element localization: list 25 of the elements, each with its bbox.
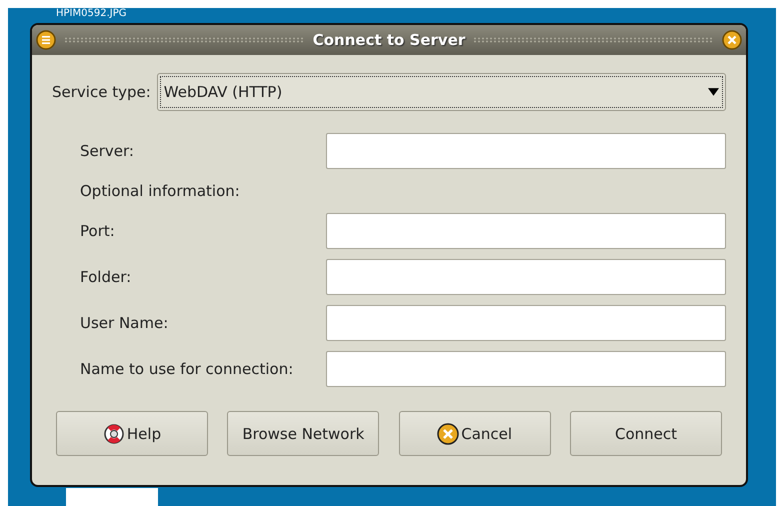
input-field[interactable] <box>326 133 726 169</box>
dialog-button[interactable]: Help <box>56 411 208 456</box>
input-field[interactable] <box>326 259 726 295</box>
field-label: Server: <box>80 142 134 160</box>
caret-icon <box>708 88 719 96</box>
lifebuoy-icon <box>102 422 125 444</box>
close-icon[interactable] <box>722 30 742 50</box>
menu-icon[interactable] <box>36 30 56 50</box>
document-thumbnail[interactable] <box>66 488 158 506</box>
field-label: Folder: <box>80 268 132 286</box>
field-label: Optional information: <box>80 182 240 200</box>
input-field[interactable] <box>326 305 726 341</box>
service-type-label: Service type: <box>52 83 151 101</box>
window-title: Connect to Server <box>312 31 466 49</box>
field-label: Port: <box>80 222 115 240</box>
cancel-icon <box>437 422 460 444</box>
service-type-dropdown[interactable]: WebDAV (HTTP) <box>156 73 726 111</box>
input-field[interactable] <box>326 213 726 249</box>
dialog-button[interactable]: Cancel <box>398 411 551 456</box>
field-label: User Name: <box>80 314 168 332</box>
dialog-button[interactable]: Browse Network <box>227 411 380 456</box>
dialog-button[interactable]: Connect <box>570 411 722 456</box>
field-label: Name to use for connection: <box>80 360 294 378</box>
desktop-icon-label[interactable]: HPIM0592.JPG <box>56 8 126 20</box>
input-field[interactable] <box>326 351 726 387</box>
